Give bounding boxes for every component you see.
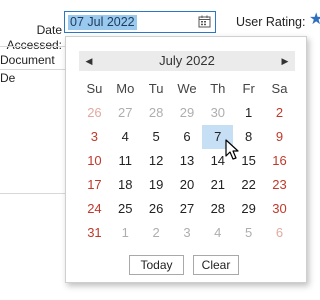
calendar-grid: Su Mo Tu We Th Fr Sa 26 27 28 29 30 1 2 3 4 5 6 7 8 9 10 11 12…: [79, 77, 295, 245]
calendar-day[interactable]: 28: [141, 101, 172, 125]
calendar-day[interactable]: 27: [172, 197, 203, 221]
calendar-day[interactable]: 17: [79, 173, 110, 197]
calendar-week-row: 26 27 28 29 30 1 2: [79, 101, 295, 125]
calendar-day[interactable]: 1: [233, 101, 264, 125]
calendar-day[interactable]: 1: [110, 221, 141, 245]
clear-button[interactable]: Clear: [193, 255, 239, 275]
calendar-day[interactable]: 22: [233, 173, 264, 197]
calendar-day[interactable]: 31: [79, 221, 110, 245]
date-accessed-input[interactable]: 07 Jul 2022: [64, 11, 216, 33]
calendar-day[interactable]: 18: [110, 173, 141, 197]
calendar-week-row: 10 11 12 13 14 15 16: [79, 149, 295, 173]
chevron-right-icon[interactable]: ▶: [275, 51, 295, 71]
date-input-value[interactable]: 07 Jul 2022: [68, 15, 137, 30]
calendar-day[interactable]: 29: [172, 101, 203, 125]
calendar-week-row: 3456789: [79, 125, 295, 149]
calendar-day[interactable]: 26: [141, 197, 172, 221]
calendar-day[interactable]: 26: [79, 101, 110, 125]
weekday-header: Su: [86, 81, 103, 96]
calendar-day[interactable]: 13: [172, 149, 203, 173]
month-title[interactable]: July 2022: [99, 51, 275, 71]
calendar-day[interactable]: 3: [172, 221, 203, 245]
calendar-day[interactable]: 6: [172, 125, 203, 149]
panel-border-bottom: [0, 193, 66, 194]
chevron-left-icon[interactable]: ◀: [79, 51, 99, 71]
mouse-cursor-icon: [225, 139, 239, 160]
calendar-day[interactable]: 2: [141, 221, 172, 245]
calendar-icon[interactable]: [198, 15, 211, 28]
calendar-day[interactable]: 3: [79, 125, 110, 149]
calendar-day[interactable]: 30: [202, 101, 233, 125]
calendar-day[interactable]: 10: [79, 149, 110, 173]
calendar-day[interactable]: 19: [141, 173, 172, 197]
weekday-header: Sa: [271, 81, 288, 96]
calendar-day[interactable]: 5: [233, 221, 264, 245]
calendar-day[interactable]: 21: [202, 173, 233, 197]
calendar-week-row: 24 25 26 27 28 29 30: [79, 197, 295, 221]
calendar-day[interactable]: 27: [110, 101, 141, 125]
date-accessed-label-text: Date Accessed:: [6, 23, 62, 52]
calendar-day[interactable]: 24: [79, 197, 110, 221]
calendar-week-row: 31 1 2 3 4 5 6: [79, 221, 295, 245]
user-rating-label: User Rating:: [236, 15, 306, 29]
weekday-header: Tu: [148, 81, 164, 96]
today-button[interactable]: Today: [129, 255, 184, 275]
calendar-popup: ◀ July 2022 ▶ Su Mo Tu We Th Fr Sa 26 27 28 29 30 1…: [65, 36, 307, 283]
document-details-tab[interactable]: Document De: [0, 51, 70, 85]
calendar-day[interactable]: 23: [264, 173, 295, 197]
calendar-day[interactable]: 9: [264, 125, 295, 149]
calendar-day[interactable]: 5: [141, 125, 172, 149]
calendar-day[interactable]: 11: [110, 149, 141, 173]
calendar-day[interactable]: 2: [264, 101, 295, 125]
calendar-day[interactable]: 29: [233, 197, 264, 221]
calendar-day[interactable]: 30: [264, 197, 295, 221]
calendar-day[interactable]: 20: [172, 173, 203, 197]
calendar-week-row: 17 18 19 20 21 22 23: [79, 173, 295, 197]
star-icon[interactable]: ★: [309, 12, 320, 28]
calendar-day[interactable]: 25: [110, 197, 141, 221]
weekday-header: Mo: [116, 81, 135, 96]
weekday-header: Fr: [242, 81, 255, 96]
calendar-day[interactable]: 6: [264, 221, 295, 245]
weekday-header: Th: [210, 81, 226, 96]
calendar-day[interactable]: 12: [141, 149, 172, 173]
calendar-day[interactable]: 4: [202, 221, 233, 245]
calendar-day[interactable]: 4: [110, 125, 141, 149]
tab-divider-bottom: [0, 69, 66, 70]
tab-divider-top: [0, 46, 66, 47]
month-header: ◀ July 2022 ▶: [79, 51, 295, 71]
calendar-day[interactable]: 16: [264, 149, 295, 173]
weekday-header: We: [177, 81, 197, 96]
weekday-header-row: Su Mo Tu We Th Fr Sa: [79, 77, 295, 101]
calendar-day[interactable]: 28: [202, 197, 233, 221]
